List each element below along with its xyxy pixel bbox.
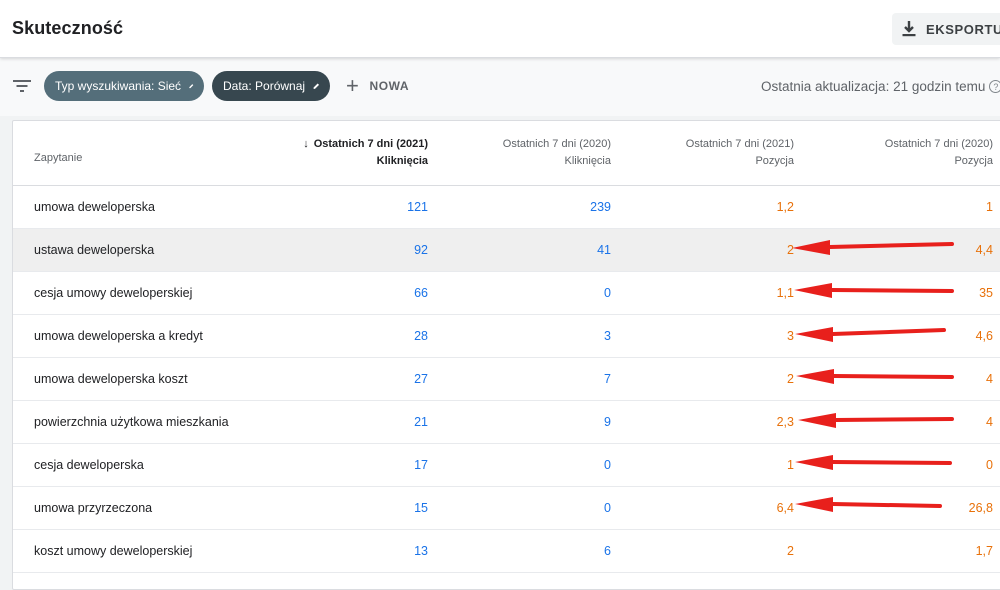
clicks-2020-cell: 239 xyxy=(436,185,619,229)
position-2020-cell: 0 xyxy=(802,443,1000,487)
clicks-2020-cell: 0 xyxy=(436,443,619,487)
position-2021-cell: 1,2 xyxy=(619,185,802,229)
top-app-bar: Skuteczność EKSPORTUJ xyxy=(0,0,1000,58)
plus-icon: + xyxy=(346,73,360,98)
query-cell: cesja deweloperska xyxy=(13,443,241,487)
query-cell: umowa deweloperska xyxy=(13,185,241,229)
search-type-chip-label: Typ wyszukiwania: Sieć xyxy=(55,79,182,93)
download-icon xyxy=(902,21,916,37)
query-cell: powierzchnia użytkowa mieszkania xyxy=(13,400,241,444)
position-2020-cell: 1 xyxy=(802,185,1000,229)
queries-table: Zapytanie ↓ Ostatnich 7 dni (2021) Klikni… xyxy=(13,121,1000,573)
clicks-2020-cell: 41 xyxy=(436,228,619,272)
query-cell: umowa deweloperska koszt xyxy=(13,357,241,401)
clicks-2021-cell: 121 xyxy=(241,185,436,229)
table-row[interactable]: ustawa deweloperska 92 41 2 4,4 xyxy=(13,228,1000,272)
table-row[interactable]: umowa przyrzeczona 15 0 6,4 26,8 xyxy=(13,486,1000,530)
date-filter-chip[interactable]: Data: Porównaj xyxy=(212,71,330,101)
filter-icon[interactable] xyxy=(13,79,31,93)
position-2021-cell: 3 xyxy=(619,314,802,358)
clicks-2020-cell: 6 xyxy=(436,529,619,573)
table-row[interactable]: cesja umowy deweloperskiej 66 0 1,1 35 xyxy=(13,271,1000,315)
export-button[interactable]: EKSPORTUJ xyxy=(892,13,1000,45)
query-cell: koszt umowy deweloperskiej xyxy=(13,529,241,573)
position-2021-cell: 2 xyxy=(619,357,802,401)
table-row[interactable]: powierzchnia użytkowa mieszkania 21 9 2,3 4 xyxy=(13,400,1000,444)
position-2021-cell: 1 xyxy=(619,443,802,487)
clicks-2021-cell: 92 xyxy=(241,228,436,272)
position-2020-cell: 1,7 xyxy=(802,529,1000,573)
last-update-info: Ostatnia aktualizacja: 21 godzin temu ? xyxy=(761,79,1000,94)
column-header-query[interactable]: Zapytanie xyxy=(13,121,241,186)
help-icon[interactable]: ? xyxy=(989,80,1000,93)
clicks-2021-cell: 13 xyxy=(241,529,436,573)
query-cell: umowa przyrzeczona xyxy=(13,486,241,530)
clicks-2021-cell: 15 xyxy=(241,486,436,530)
clicks-2020-cell: 0 xyxy=(436,271,619,315)
position-2020-cell: 35 xyxy=(802,271,1000,315)
position-2020-cell: 4,6 xyxy=(802,314,1000,358)
search-type-filter-chip[interactable]: Typ wyszukiwania: Sieć xyxy=(44,71,204,101)
table-row[interactable]: umowa deweloperska a kredyt 28 3 3 4,6 xyxy=(13,314,1000,358)
clicks-2020-cell: 3 xyxy=(436,314,619,358)
date-chip-label: Data: Porównaj xyxy=(223,79,306,93)
position-2020-cell: 4 xyxy=(802,357,1000,401)
clicks-2021-cell: 28 xyxy=(241,314,436,358)
clicks-2020-cell: 0 xyxy=(436,486,619,530)
position-2021-cell: 2,3 xyxy=(619,400,802,444)
sort-arrow-down-icon: ↓ xyxy=(303,137,309,150)
clicks-2020-cell: 9 xyxy=(436,400,619,444)
clicks-2021-cell: 66 xyxy=(241,271,436,315)
new-filter-label: NOWA xyxy=(369,79,410,93)
table-header-row: Zapytanie ↓ Ostatnich 7 dni (2021) Klikni… xyxy=(13,121,1000,186)
position-2020-cell: 26,8 xyxy=(802,486,1000,530)
column-header-position-2020[interactable]: Ostatnich 7 dni (2020) Pozycja xyxy=(802,121,1000,186)
clicks-2020-cell: 7 xyxy=(436,357,619,401)
position-2021-cell: 6,4 xyxy=(619,486,802,530)
column-header-clicks-2021[interactable]: ↓ Ostatnich 7 dni (2021) Kliknięcia xyxy=(241,121,436,186)
position-2020-cell: 4,4 xyxy=(802,228,1000,272)
edit-icon[interactable] xyxy=(189,80,194,92)
table-row[interactable]: umowa deweloperska koszt 27 7 2 4 xyxy=(13,357,1000,401)
queries-table-card: Zapytanie ↓ Ostatnich 7 dni (2021) Klikni… xyxy=(12,120,1000,590)
position-2021-cell: 1,1 xyxy=(619,271,802,315)
position-2021-cell: 2 xyxy=(619,228,802,272)
column-header-clicks-2020[interactable]: Ostatnich 7 dni (2020) Kliknięcia xyxy=(436,121,619,186)
last-update-text: Ostatnia aktualizacja: 21 godzin temu xyxy=(761,79,986,94)
table-row[interactable]: umowa deweloperska 121 239 1,2 1 xyxy=(13,185,1000,229)
query-cell: ustawa deweloperska xyxy=(13,228,241,272)
query-cell: umowa deweloperska a kredyt xyxy=(13,314,241,358)
new-filter-button[interactable]: + NOWA xyxy=(346,73,410,98)
edit-icon[interactable] xyxy=(313,80,320,92)
position-2021-cell: 2 xyxy=(619,529,802,573)
position-2020-cell: 4 xyxy=(802,400,1000,444)
clicks-2021-cell: 27 xyxy=(241,357,436,401)
column-header-position-2021[interactable]: Ostatnich 7 dni (2021) Pozycja xyxy=(619,121,802,186)
table-row[interactable]: koszt umowy deweloperskiej 13 6 2 1,7 xyxy=(13,529,1000,573)
query-cell: cesja umowy deweloperskiej xyxy=(13,271,241,315)
table-row[interactable]: cesja deweloperska 17 0 1 0 xyxy=(13,443,1000,487)
page-title: Skuteczność xyxy=(12,18,124,38)
filter-bar: Typ wyszukiwania: Sieć Data: Porównaj + … xyxy=(0,58,1000,116)
clicks-2021-cell: 17 xyxy=(241,443,436,487)
clicks-2021-cell: 21 xyxy=(241,400,436,444)
export-label: EKSPORTUJ xyxy=(926,21,1000,37)
